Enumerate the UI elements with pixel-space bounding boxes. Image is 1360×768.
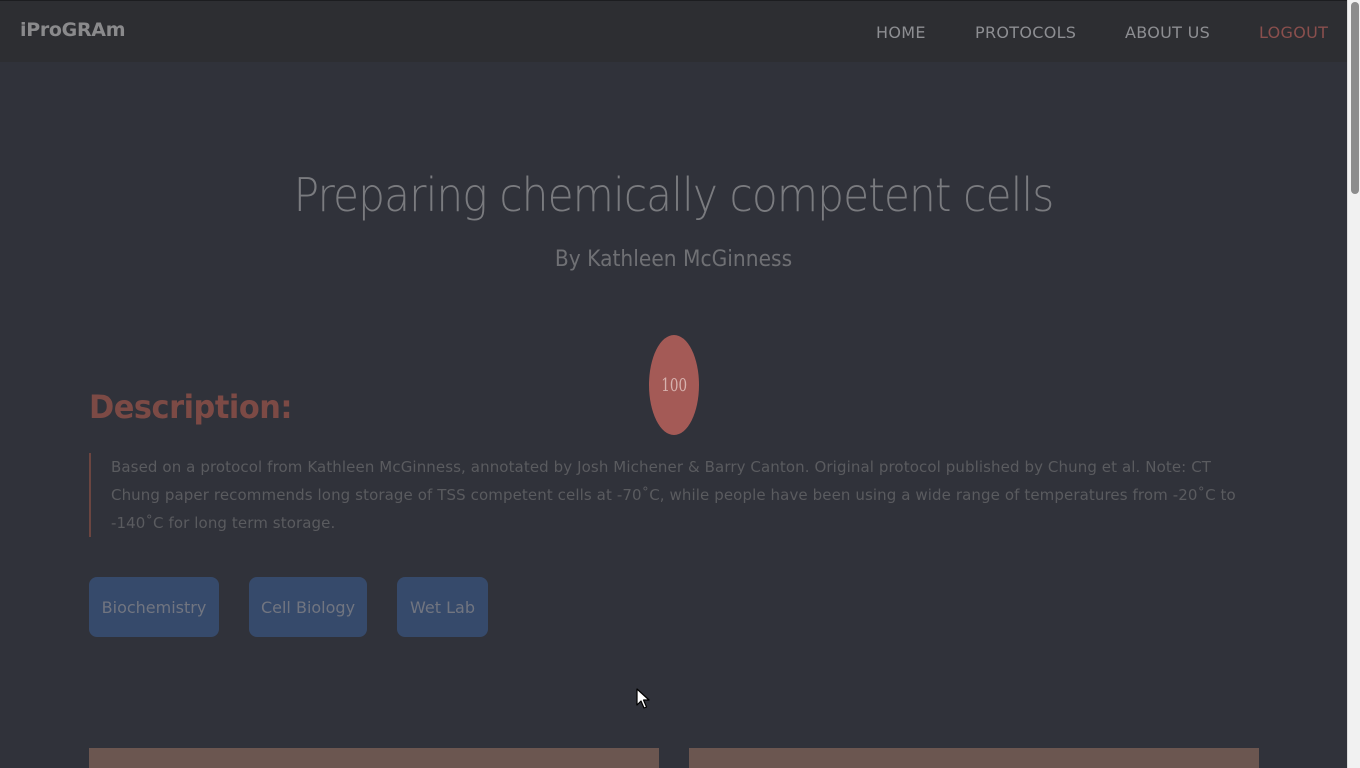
nav-logout-link[interactable]: LOGOUT	[1259, 23, 1328, 42]
description-text: Based on a protocol from Kathleen McGinn…	[111, 458, 1236, 532]
vertical-scrollbar[interactable]	[1347, 0, 1360, 768]
scrollbar-thumb[interactable]	[1351, 2, 1359, 194]
content-card-left[interactable]	[89, 748, 659, 768]
tag-cell-biology-button[interactable]: Cell Biology	[249, 577, 367, 637]
top-navbar: iProGRAm HOME PROTOCOLS ABOUT US LOGOUT	[0, 0, 1347, 62]
brand-logo[interactable]: iProGRAm	[20, 19, 126, 41]
tag-wet-lab-button[interactable]: Wet Lab	[397, 577, 488, 637]
nav-home-link[interactable]: HOME	[876, 23, 926, 42]
mouse-cursor-icon	[636, 688, 650, 709]
score-value: 100	[661, 374, 687, 396]
nav-about-link[interactable]: ABOUT US	[1125, 23, 1210, 42]
tag-biochemistry-button[interactable]: Biochemistry	[89, 577, 219, 637]
page-viewport: iProGRAm HOME PROTOCOLS ABOUT US LOGOUT …	[0, 0, 1347, 768]
description-block: Based on a protocol from Kathleen McGinn…	[89, 453, 1249, 537]
score-badge: 100	[649, 335, 699, 435]
content-card-right[interactable]	[689, 748, 1259, 768]
description-heading: Description:	[89, 388, 293, 426]
protocol-author: By Kathleen McGinness	[554, 247, 793, 272]
protocol-title: Preparing chemically competent cells	[293, 168, 1055, 222]
nav-protocols-link[interactable]: PROTOCOLS	[975, 23, 1076, 42]
